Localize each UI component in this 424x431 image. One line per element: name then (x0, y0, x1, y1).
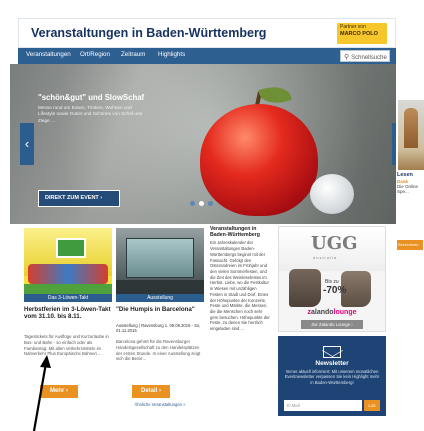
detail-button[interactable]: Detail › (132, 385, 170, 398)
slider-dot[interactable] (208, 201, 213, 206)
chevron-left-icon: ‹ (24, 136, 30, 151)
teaser-body: Die Online Spe... (397, 183, 419, 195)
hero-title: "schön&gut" und SlowSchaf (38, 93, 145, 102)
zalando-lounge-button[interactable]: Zur Zalando Lounge › (301, 320, 363, 329)
partner-brand: MARCO POLO (340, 30, 378, 37)
nav-item-ort-region[interactable]: Ort/Region (80, 51, 110, 58)
card-image-floor (116, 280, 204, 294)
page-title[interactable]: Veranstaltungen in Baden-Württemberg (31, 26, 266, 40)
card-image-sign (56, 238, 86, 258)
nav-item-zeitraum[interactable]: Zeitraum (121, 51, 145, 58)
pointer-arrow-icon (32, 355, 51, 431)
similar-events-link[interactable]: Ähnliche Veranstaltungen » (116, 402, 204, 407)
card-title[interactable]: "Die Humpis in Barcelona" (116, 306, 204, 313)
ad-brand-sub: australia (313, 255, 338, 260)
intro-article: Veranstaltungen in Baden-Württemberg Ein… (210, 226, 270, 426)
hero-text: Messe rund um Essen, Trinken, Wohnen und… (38, 105, 143, 123)
teaser-text: Lesen Dank Die Online Spe... (397, 172, 423, 195)
card-category: Ausstellung (116, 294, 204, 302)
newsletter-email-input[interactable]: E-Mail (284, 400, 362, 411)
newsletter-title: Newsletter (315, 360, 349, 367)
teaser-button[interactable]: Reservieren (397, 240, 423, 250)
card-body: Tagestickets für Ausflüge und Kurzurlaub… (24, 334, 109, 357)
train-image (28, 264, 108, 284)
zalando-lounge-logo: zalandolounge (307, 309, 357, 316)
hero-caption: "schön&gut" und SlowSchaf Messe rund um … (38, 93, 150, 149)
slider-prev-button[interactable]: ‹ (20, 123, 34, 165)
card-image[interactable] (24, 228, 112, 294)
partner-label: Partner von (340, 24, 366, 30)
newsletter-submit-button[interactable]: Los (364, 400, 380, 411)
hero-egg-image (310, 174, 354, 214)
envelope-icon (323, 346, 341, 358)
slider-dot[interactable] (199, 201, 204, 206)
page: Veranstaltungen in Baden-Württemberg Par… (0, 0, 424, 431)
search-label: Schnellsuche (351, 55, 387, 61)
advertisement[interactable]: UGG australia Bis zu -70% zalandolounge … (278, 226, 386, 332)
card-meta: Ausstellung | Ravensburg 1. 09.08.2015 -… (116, 323, 201, 334)
article-title: Veranstaltungen in Baden-Württemberg (210, 226, 260, 239)
ad-discount: -70% (323, 285, 347, 296)
search-input[interactable]: ⚲ Schnellsuche (340, 50, 390, 62)
teaser-title: Lesen (397, 172, 413, 178)
event-card[interactable]: Ausstellung "Die Humpis in Barcelona" Au… (116, 224, 204, 431)
windmill-image (404, 108, 418, 148)
nav-item-veranstaltungen[interactable]: Veranstaltungen (26, 51, 71, 58)
slider-dot[interactable] (190, 201, 195, 206)
newsletter-text: Immer aktuell informiert: Mit unserem mo… (284, 369, 380, 385)
partner-logo[interactable]: Partner von MARCO POLO (337, 23, 387, 44)
nav-item-highlights[interactable]: Highlights (158, 51, 185, 58)
newsletter-box: Newsletter Immer aktuell informiert: Mit… (278, 336, 386, 416)
card-body: Barcelona gehört für die Ravensburger Ha… (116, 339, 201, 362)
card-title[interactable]: Herbstferien im 3-Löwen-Takt vom 31.10. … (24, 306, 112, 321)
site-header: Veranstaltungen in Baden-Württemberg Par… (18, 18, 396, 48)
hero-slider[interactable]: "schön&gut" und SlowSchaf Messe rund um … (10, 64, 406, 224)
card-image[interactable] (116, 228, 204, 294)
right-teaser[interactable]: Lesen Dank Die Online Spe... Reservieren (396, 0, 424, 300)
hero-apple-image (200, 104, 318, 216)
search-icon: ⚲ (344, 54, 350, 61)
main-nav: Veranstaltungen Ort/Region Zeitraum High… (18, 48, 396, 64)
article-text: Ein Jahreskalender der Veranstaltungen B… (210, 240, 270, 332)
card-category: Das 3-Löwen-Takt (24, 294, 112, 302)
direct-to-event-button[interactable]: DIREKT ZUM EVENT › (38, 190, 120, 207)
boot-image (289, 269, 321, 307)
exhibit-image (126, 238, 194, 278)
ad-brand-logo: UGG (311, 233, 358, 254)
card-image-grass (24, 284, 112, 294)
teaser-image (398, 100, 424, 170)
